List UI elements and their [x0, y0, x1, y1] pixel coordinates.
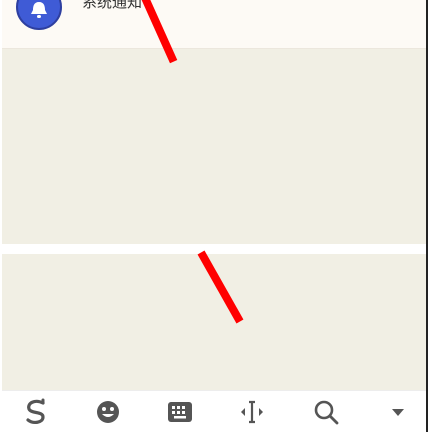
content-panel-top	[2, 49, 426, 244]
emoji-button[interactable]	[88, 395, 128, 429]
window-margin	[428, 0, 436, 432]
collapse-keyboard-icon	[392, 409, 404, 416]
notification-title: 系统通知	[82, 0, 143, 11]
collapse-keyboard-button[interactable]	[378, 395, 418, 429]
content-panel-bottom	[2, 254, 426, 390]
cursor-move-icon	[241, 400, 263, 424]
search-icon	[314, 400, 339, 425]
bell-avatar	[16, 0, 62, 30]
keyboard-button[interactable]	[160, 395, 200, 429]
emoji-icon	[97, 401, 119, 423]
bell-icon	[31, 2, 47, 18]
keyboard-toolbar	[2, 390, 426, 433]
keyboard-icon	[168, 402, 192, 422]
sogou-logo-icon	[26, 398, 45, 424]
sogou-logo-button[interactable]	[16, 395, 56, 429]
notification-header[interactable]: 系统通知	[2, 0, 426, 49]
panel-divider	[0, 244, 436, 254]
cursor-move-button[interactable]	[232, 395, 272, 429]
search-button[interactable]	[306, 395, 346, 429]
